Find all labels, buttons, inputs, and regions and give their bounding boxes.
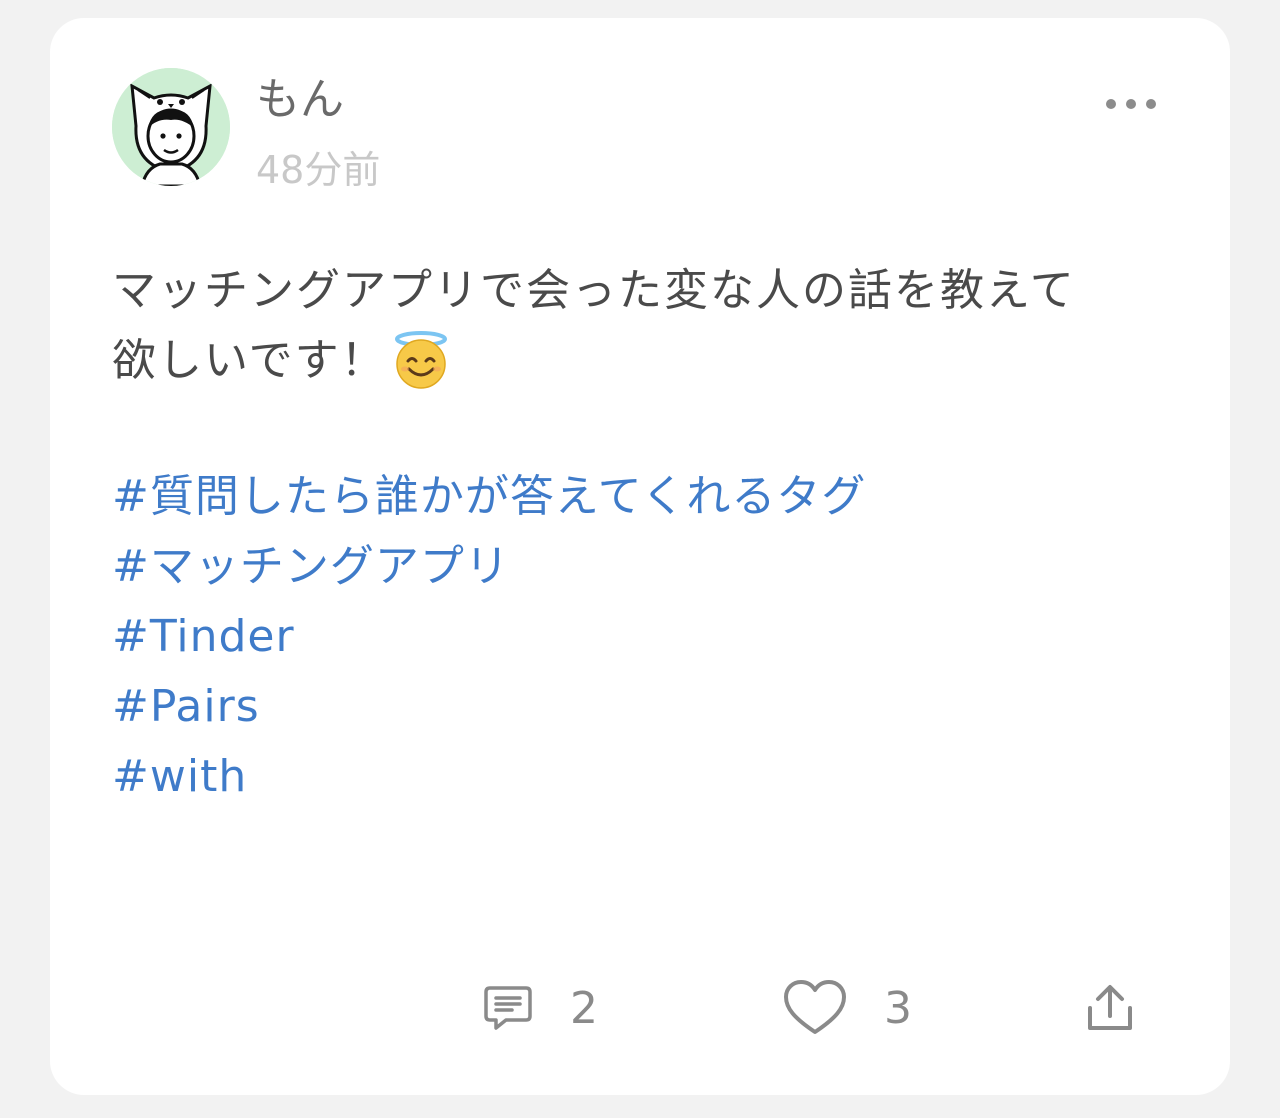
more-dot-icon xyxy=(1126,99,1136,109)
share-icon xyxy=(1088,985,1132,1030)
more-dot-icon xyxy=(1146,99,1156,109)
smiling-face-with-halo-icon xyxy=(394,331,447,389)
post-body-line-2: 欲しいです！ xyxy=(112,335,387,386)
share-button[interactable] xyxy=(1086,968,1134,1048)
like-button[interactable]: 3 xyxy=(782,968,912,1048)
more-dot-icon xyxy=(1106,99,1116,109)
like-count: 3 xyxy=(884,982,912,1034)
hashtag-link[interactable]: #Pairs xyxy=(112,672,1172,742)
post-body-line-1: マッチングアプリで会った変な人の話を教えて xyxy=(112,265,1076,316)
more-options-button[interactable] xyxy=(1106,90,1156,118)
hashtag-link[interactable]: #Tinder xyxy=(112,602,1172,672)
comment-button[interactable]: 2 xyxy=(482,968,598,1048)
post-body: マッチングアプリで会った変な人の話を教えて 欲しいです！ xyxy=(112,256,1172,396)
cat-hood-avatar-icon xyxy=(112,68,230,186)
post-card: もん 48分前 マッチングアプリで会った変な人の話を教えて 欲しいです！ #質問… xyxy=(50,18,1230,1095)
post-actions: 2 3 xyxy=(50,968,1230,1058)
comment-icon xyxy=(484,986,532,1030)
post-timestamp: 48分前 xyxy=(256,148,381,192)
hashtag-link[interactable]: #マッチングアプリ xyxy=(112,532,1172,602)
avatar[interactable] xyxy=(112,68,230,186)
comment-count: 2 xyxy=(570,982,598,1034)
hashtag-link[interactable]: #質問したら誰かが答えてくれるタグ xyxy=(112,462,1172,532)
author-name[interactable]: もん xyxy=(256,75,344,124)
hashtag-link[interactable]: #with xyxy=(112,742,1172,812)
heart-icon xyxy=(784,980,846,1034)
hashtag-list: #質問したら誰かが答えてくれるタグ #マッチングアプリ #Tinder #Pai… xyxy=(112,462,1172,812)
